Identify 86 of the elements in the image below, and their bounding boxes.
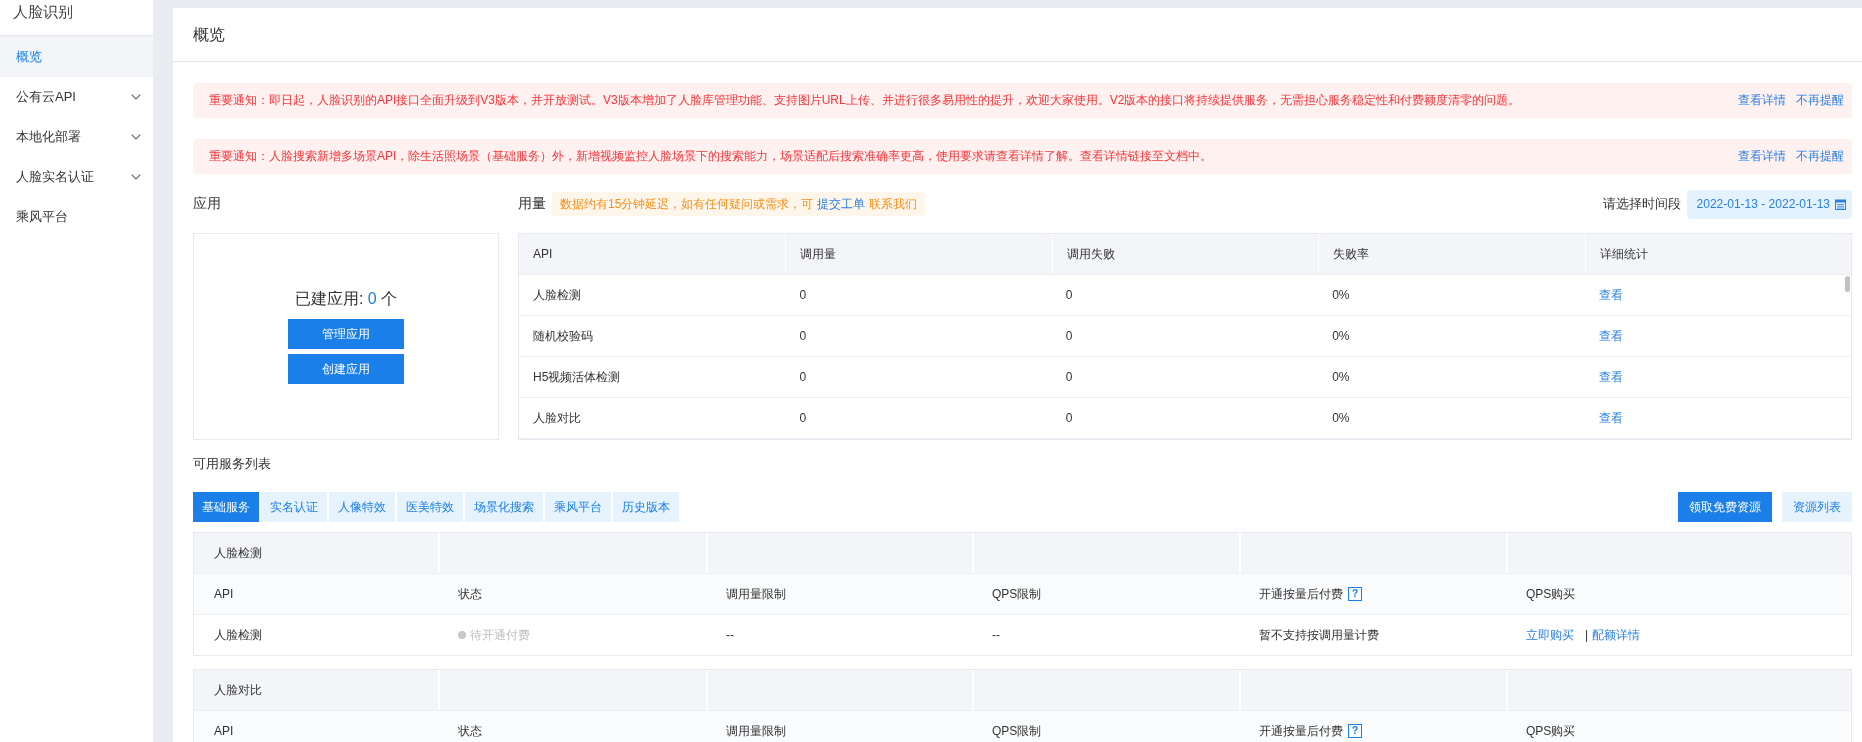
column-header: QPS限制 [992, 585, 1042, 603]
column-header: 状态 [458, 585, 482, 603]
table-cell-text: 人脸对比 [532, 409, 582, 427]
app-button[interactable]: 创建应用 [288, 354, 404, 384]
notice-link[interactable]: 不再提醒 [1796, 92, 1844, 109]
chevron-down-icon [131, 174, 141, 180]
column-header: QPS购买 [1526, 585, 1576, 603]
table-cell-text: 人脸检测 [532, 286, 582, 304]
app-count-text: 已建应用: 0 个 [294, 289, 398, 309]
table-cell-text: 0 [1064, 328, 1074, 345]
column-header: 开通按量后付费 [1259, 722, 1343, 740]
service-tab[interactable]: 乘风平台 [545, 492, 611, 522]
tip-link[interactable]: 联系我们 [869, 195, 918, 213]
table-cell-text: 0 [798, 328, 808, 345]
service-tab[interactable]: 基础服务 [193, 492, 259, 522]
table-cell-text: 0% [1331, 369, 1351, 386]
date-range-picker[interactable]: 2022-01-13 - 2022-01-13 [1686, 189, 1852, 219]
sidebar-item[interactable]: 概览 [0, 36, 153, 77]
group-title: 人脸检测 [214, 544, 262, 562]
notice-text: 重要通知：人脸搜索新增多场景API，除生活照场景（基础服务）外，新增视频监控人脸场景下的搜索能力，场景适配后搜索准确率更高，使用要求请查看详情了解。查看详情链接至文档中。 [209, 148, 1214, 165]
table-cell-text: H5视频活体检测 [532, 368, 622, 386]
column-header: 开通按量后付费 [1259, 585, 1343, 603]
view-link[interactable]: 查看 [1598, 327, 1623, 345]
view-link[interactable]: 查看 [1598, 368, 1623, 386]
table-cell: -- [726, 628, 734, 642]
column-header: 调用量限制 [726, 722, 786, 740]
page-title: 概览 [173, 8, 1862, 62]
link-separator: | [1585, 628, 1589, 642]
chevron-down-icon [131, 94, 141, 100]
table-cell-text: 0 [798, 410, 808, 427]
help-icon[interactable]: ? [1348, 587, 1362, 601]
column-header: 调用失败 [1051, 234, 1319, 274]
table-cell-text: 0% [1331, 287, 1351, 304]
notice-link[interactable]: 不再提醒 [1796, 148, 1844, 165]
table-cell-text: 0 [798, 369, 808, 386]
column-header: API [532, 246, 554, 263]
table-cell-text: 0% [1331, 328, 1351, 345]
sidebar-item[interactable]: 乘风平台 [0, 197, 153, 237]
tip-text: 数据约有15分钟延迟，如有任何疑问或需求，可 [560, 195, 814, 213]
notice-link[interactable]: 查看详情 [1738, 92, 1786, 109]
service-tab[interactable]: 人像特效 [329, 492, 395, 522]
service-tab[interactable]: 历史版本 [613, 492, 679, 522]
resource-button[interactable]: 资源列表 [1782, 492, 1852, 522]
table-cell-text: 0 [1064, 369, 1074, 386]
column-header: API [214, 724, 234, 738]
status-text: 待开通付费 [470, 626, 530, 644]
service-tab[interactable]: 实名认证 [261, 492, 327, 522]
table-cell-text: 0 [798, 287, 808, 304]
sidebar-item[interactable]: 本地化部署 [0, 117, 153, 157]
calendar-icon [1835, 198, 1846, 210]
help-icon[interactable]: ? [1348, 724, 1362, 738]
column-header: API [214, 587, 234, 601]
service-tab[interactable]: 场景化搜索 [465, 492, 543, 522]
view-link[interactable]: 查看 [1598, 409, 1623, 427]
sidebar-item[interactable]: 公有云API [0, 77, 153, 117]
column-header: QPS购买 [1526, 722, 1576, 740]
section-title: 用量 [518, 195, 546, 213]
table-cell: -- [992, 628, 1000, 642]
table-cell: 暂不支持按调用量计费 [1259, 626, 1379, 644]
service-tab[interactable]: 医美特效 [397, 492, 463, 522]
section-title: 应用 [193, 195, 221, 213]
purchase-link[interactable]: 立即购买 [1526, 626, 1574, 644]
column-header: 状态 [458, 722, 482, 740]
table-cell-text: 0 [1064, 410, 1074, 427]
resource-button[interactable]: 领取免费资源 [1678, 492, 1772, 522]
group-title: 人脸对比 [214, 681, 262, 699]
notice-text: 重要通知：即日起，人脸识别的API接口全面升级到V3版本，并开放测试。V3版本增加了人脸库管理功能、支持图片URL上传、并进行很多易用性的提升，欢迎大家使用。V2版本的接口将持续提供服务，无需担心服务稳定性和付费额度清零的问题。 [209, 92, 1522, 109]
range-label: 请选择时间段 [1602, 195, 1681, 213]
tip-link[interactable]: 提交工单 [817, 195, 866, 213]
view-link[interactable]: 查看 [1598, 286, 1623, 304]
column-header: QPS限制 [992, 722, 1042, 740]
table-cell-text: 0% [1331, 410, 1351, 427]
scrollbar-thumb[interactable] [1845, 276, 1850, 292]
quota-link[interactable]: 配额详情 [1592, 626, 1641, 644]
section-title: 可用服务列表 [193, 455, 272, 473]
table-cell: 人脸检测 [214, 626, 262, 644]
app-button[interactable]: 管理应用 [288, 319, 404, 349]
column-header: 失败率 [1318, 234, 1585, 274]
notice-link[interactable]: 查看详情 [1738, 148, 1786, 165]
column-header: 调用量限制 [726, 585, 786, 603]
column-header: 调用量 [785, 234, 1052, 274]
table-cell-text: 随机校验码 [532, 327, 594, 345]
column-header: 详细统计 [1584, 234, 1851, 274]
chevron-down-icon [131, 134, 141, 140]
sidebar-item[interactable]: 人脸实名认证 [0, 157, 153, 197]
table-cell-text: 0 [1064, 287, 1074, 304]
